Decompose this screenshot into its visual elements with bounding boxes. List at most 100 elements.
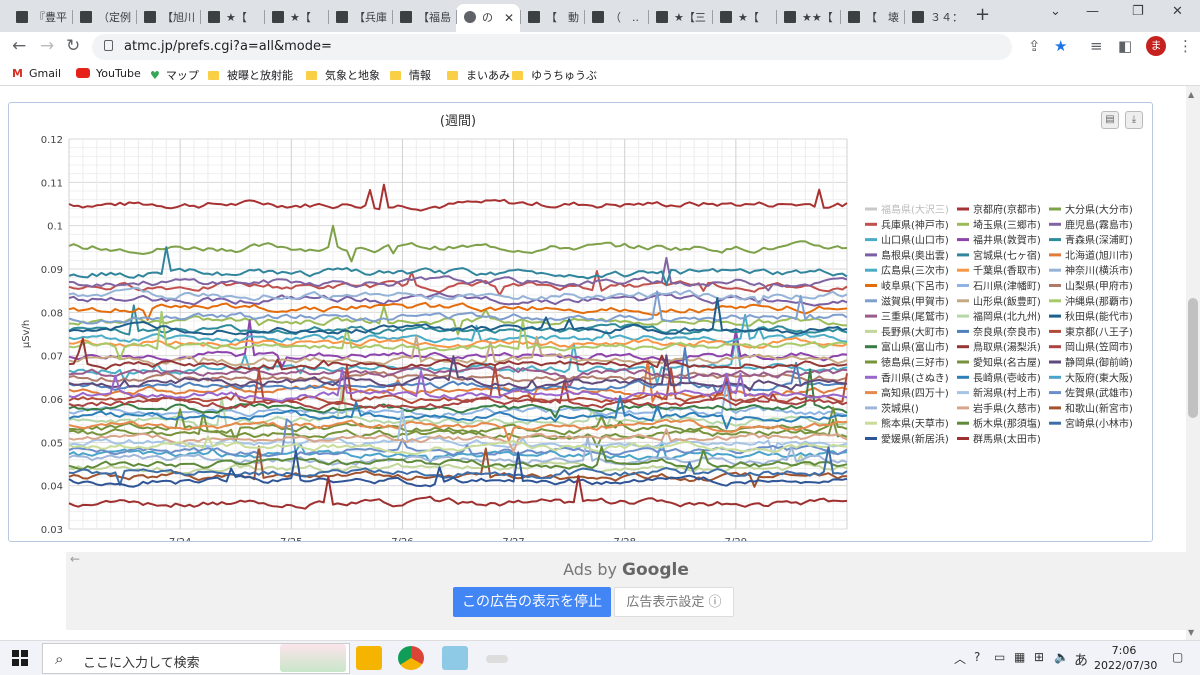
window-minimize-button[interactable]: — (1086, 4, 1099, 19)
bookmark-item[interactable]: まいあみ (447, 67, 510, 83)
chrome-icon[interactable] (398, 646, 424, 670)
address-bar[interactable]: atmc.jp/prefs.cgi?a=all&mode= (92, 34, 1012, 60)
legend-entry[interactable]: 宮崎県(小林市) (1065, 417, 1133, 430)
legend-entry[interactable]: 神奈川(横浜市) (1065, 264, 1133, 277)
legend-entry[interactable]: 徳島県(三好市) (881, 356, 949, 369)
legend-entry[interactable]: 高知県(四万十) (881, 387, 949, 400)
legend-entry[interactable]: 埼玉県(三郷市) (973, 218, 1041, 231)
browser-tab[interactable]: ★【 (264, 4, 328, 32)
legend-entry[interactable]: 兵庫県(神戸市) (881, 218, 949, 231)
legend-entry[interactable]: 栃木県(那須塩) (973, 417, 1041, 430)
browser-tab[interactable]: の ✕ (456, 4, 520, 32)
legend-entry[interactable]: 京都府(京都市) (973, 203, 1041, 216)
tab-close-icon[interactable]: ✕ (504, 4, 514, 32)
legend-entry[interactable]: 長崎県(壱岐市) (973, 371, 1041, 384)
browser-tab[interactable]: ★【 (200, 4, 264, 32)
scroll-up-icon[interactable]: ▲ (1188, 90, 1194, 99)
browser-tab[interactable]: ３４： (904, 4, 968, 32)
page-scrollbar[interactable]: ▲ ▼ (1186, 86, 1200, 640)
notification-icon[interactable]: ▢ (1172, 650, 1183, 664)
legend-entry[interactable]: 福島県(大沢三) (881, 203, 949, 216)
bookmark-star-icon[interactable]: ★ (1054, 37, 1067, 55)
legend-entry[interactable]: 大分県(大分市) (1065, 203, 1133, 216)
legend-entry[interactable]: 茨城県() (881, 402, 919, 415)
legend-entry[interactable]: 新潟県(村上市) (973, 387, 1041, 400)
legend-entry[interactable]: 広島県(三次市) (881, 264, 949, 277)
menu-kebab-icon[interactable]: ⋮ (1178, 37, 1193, 55)
legend-entry[interactable]: 石川県(津幡町) (973, 280, 1041, 293)
legend-entry[interactable]: 山形県(飯豊町) (973, 295, 1041, 308)
legend-entry[interactable]: 富山県(富山市) (881, 341, 949, 354)
battery-icon[interactable]: ▭ (994, 650, 1005, 664)
bookmark-item[interactable]: 被曝と放射能 (208, 67, 293, 83)
legend-entry[interactable]: 長野県(大町市) (881, 325, 949, 338)
legend-entry[interactable]: 福岡県(北九州) (973, 310, 1041, 323)
browser-tab[interactable]: 【 動 (520, 4, 584, 32)
forward-arrow-icon[interactable]: → (40, 36, 54, 56)
minimize-icon[interactable]: ⌄ (1050, 4, 1061, 19)
legend-entry[interactable]: 青森県(深浦町) (1065, 234, 1133, 247)
browser-tab[interactable]: 『豊平 (8, 4, 72, 32)
scroll-down-icon[interactable]: ▼ (1188, 628, 1194, 637)
browser-tab[interactable]: （定例 (72, 4, 136, 32)
storage-icon[interactable]: ▦ (1014, 650, 1025, 664)
ime-indicator[interactable]: あ (1074, 650, 1088, 670)
browser-tab[interactable]: 【 壊 (840, 4, 904, 32)
legend-entry[interactable]: 山口県(山口市) (881, 234, 949, 247)
legend-entry[interactable]: 北海道(旭川市) (1065, 249, 1133, 262)
bookmark-item[interactable]: ゆうちゅうぶ (512, 67, 597, 83)
legend-entry[interactable]: 沖縄県(那覇市) (1065, 295, 1133, 308)
file-explorer-icon[interactable] (356, 646, 382, 670)
legend-entry[interactable]: 熊本県(天草市) (881, 417, 949, 430)
legend-entry[interactable]: 愛媛県(新居浜) (881, 433, 949, 446)
scroll-thumb[interactable] (1188, 298, 1198, 418)
legend-entry[interactable]: 岩手県(久慈市) (973, 402, 1041, 415)
legend-entry[interactable]: 静岡県(御前崎) (1065, 356, 1133, 369)
legend-entry[interactable]: 岐阜県(下呂市) (881, 280, 949, 293)
legend-entry[interactable]: 群馬県(太田市) (973, 433, 1041, 446)
window-restore-button[interactable]: ❐ (1132, 4, 1144, 19)
browser-tab[interactable]: 【福島 (392, 4, 456, 32)
volume-icon[interactable]: 🔈 (1054, 650, 1069, 664)
back-arrow-icon[interactable]: ← (12, 36, 26, 56)
browser-tab[interactable]: ★【 (712, 4, 776, 32)
search-highlight-image[interactable] (280, 644, 346, 672)
reload-icon[interactable]: ↻ (66, 36, 80, 56)
bookmark-item[interactable]: 情報 (390, 67, 431, 83)
reading-list-icon[interactable]: ≡ (1090, 37, 1103, 55)
legend-entry[interactable]: 東京都(八王子) (1065, 325, 1133, 338)
legend-entry[interactable]: 奈良県(奈良市) (973, 325, 1041, 338)
legend-entry[interactable]: 千葉県(香取市) (973, 264, 1041, 277)
legend-entry[interactable]: 和歌山(新宮市) (1065, 402, 1133, 415)
bookmark-item[interactable]: 気象と地象 (306, 67, 380, 83)
legend-entry[interactable]: 島根県(奥出雲) (881, 249, 949, 262)
bookmark-item[interactable]: M Gmail (12, 67, 61, 80)
tray-chevron-icon[interactable]: ︿ (954, 650, 966, 667)
windows-start-icon[interactable] (12, 650, 28, 666)
legend-entry[interactable]: 香川県(さぬき) (881, 372, 949, 384)
browser-tab[interactable]: ★【三 (648, 4, 712, 32)
side-panel-icon[interactable]: ◧ (1118, 37, 1132, 55)
bookmark-item[interactable]: ♥ マップ (150, 67, 199, 83)
window-close-button[interactable]: ✕ (1172, 4, 1183, 19)
legend-entry[interactable]: 福井県(敦賀市) (973, 234, 1041, 247)
pen-app-icon[interactable] (486, 655, 508, 663)
legend-entry[interactable]: 三重県(尾鷲市) (881, 310, 949, 323)
legend-entry[interactable]: 愛知県(名古屋) (973, 356, 1041, 369)
stop-ad-button[interactable]: この広告の表示を停止 (453, 587, 611, 617)
ad-back-arrow-icon[interactable]: ← (70, 552, 80, 566)
browser-tab[interactable]: ★★【 (776, 4, 840, 32)
new-tab-button[interactable]: + (975, 4, 990, 25)
legend-entry[interactable]: 岡山県(笠岡市) (1065, 341, 1133, 354)
network-icon[interactable]: ⊞ (1034, 650, 1044, 664)
legend-entry[interactable]: 秋田県(能代市) (1065, 310, 1133, 323)
taskbar-clock[interactable]: 7:06 2022/07/30 (1094, 643, 1157, 673)
legend-entry[interactable]: 佐賀県(武雄市) (1065, 387, 1133, 400)
browser-tab[interactable]: 【兵庫 (328, 4, 392, 32)
legend-entry[interactable]: 山梨県(甲府市) (1065, 280, 1133, 293)
help-icon[interactable]: ? (974, 650, 980, 664)
browser-tab[interactable]: （ .. (584, 4, 648, 32)
legend-entry[interactable]: 鹿児島(霧島市) (1065, 218, 1133, 231)
share-icon[interactable]: ⇪ (1028, 37, 1041, 55)
avatar[interactable]: ま (1146, 36, 1166, 56)
